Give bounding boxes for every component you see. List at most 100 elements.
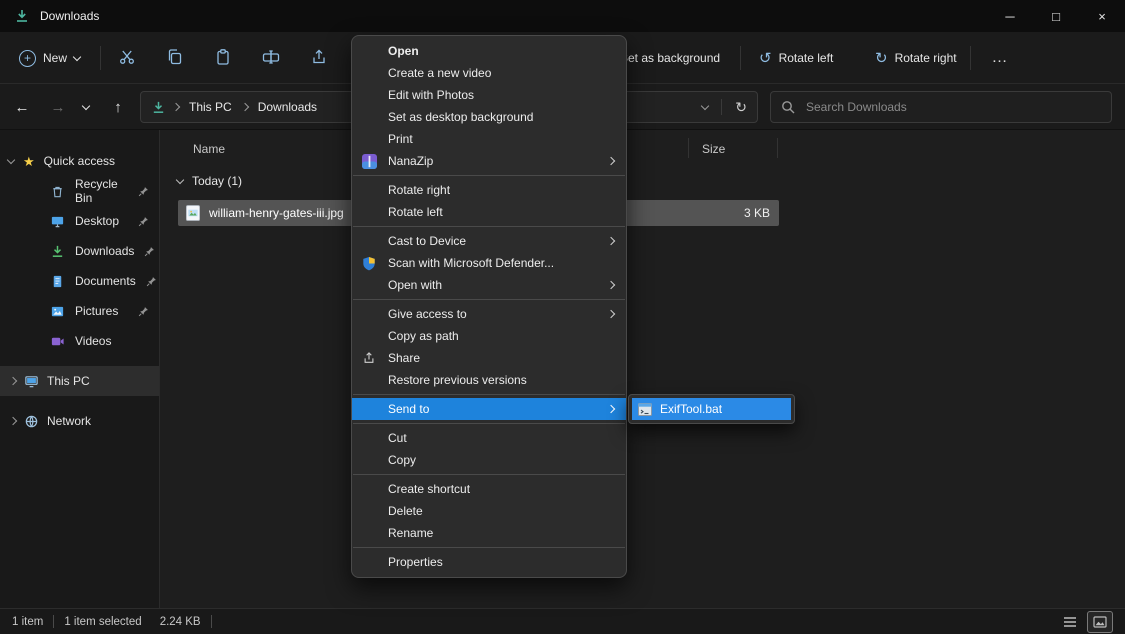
context-menu-item-set-as-desktop-background[interactable]: Set as desktop background [352,106,626,128]
submenu-item-exiftool-bat[interactable]: ExifTool.bat [632,398,791,420]
plus-icon: + [19,50,36,67]
context-menu-item-edit-with-photos[interactable]: Edit with Photos [352,84,626,106]
context-menu-item-create-a-new-video[interactable]: Create a new video [352,62,626,84]
chevron-right-icon[interactable] [9,417,17,425]
context-menu-item-cast-to-device[interactable]: Cast to Device [352,230,626,252]
quick-access-star-icon: ★ [23,155,35,168]
context-menu-item-cut[interactable]: Cut [352,427,626,449]
details-view-button[interactable] [1057,611,1083,633]
context-menu-item-print[interactable]: Print [352,128,626,150]
context-menu-item-nanazip[interactable]: NanaZip [352,150,626,172]
pin-icon [138,216,149,227]
defender-shield-icon [362,256,376,271]
chevron-right-icon[interactable] [9,377,17,385]
context-menu-item-share[interactable]: Share [352,347,626,369]
context-menu-item-open-with[interactable]: Open with [352,274,626,296]
copy-button[interactable] [155,40,195,76]
chevron-right-icon [607,237,615,245]
divider [970,46,971,70]
column-header-size[interactable]: Size [702,142,725,156]
selection-size: 2.24 KB [160,616,201,628]
context-menu-item-copy[interactable]: Copy [352,449,626,471]
menu-item-label: Set as desktop background [388,110,533,124]
sidebar-item-quick-access[interactable]: ★ Quick access [0,146,159,176]
minimize-button[interactable]: ─ [987,0,1033,32]
context-menu-item-scan-with-microsoft-defender[interactable]: Scan with Microsoft Defender... [352,252,626,274]
thumbnail-view-button[interactable] [1087,611,1113,633]
context-menu-item-copy-as-path[interactable]: Copy as path [352,325,626,347]
menu-item-label: Create shortcut [388,482,470,496]
set-as-background-button[interactable]: Set as background [611,40,729,76]
cut-button[interactable] [107,40,147,76]
rotate-left-button[interactable]: ↺ Rotate left [750,40,842,76]
sidebar-item-downloads[interactable]: Downloads [0,236,159,266]
menu-item-label: Delete [388,504,423,518]
menu-item-label: NanaZip [388,154,433,168]
column-separator[interactable] [777,138,778,158]
menu-item-label: Give access to [388,307,467,321]
rotate-right-icon: ↻ [875,51,888,66]
chevron-down-icon[interactable] [176,175,184,183]
context-menu-item-give-access-to[interactable]: Give access to [352,303,626,325]
search-input[interactable] [804,99,1101,115]
maximize-button[interactable]: □ [1033,0,1079,32]
new-button[interactable]: + New [10,40,89,76]
menu-item-label: Rotate right [388,183,450,197]
menu-item-label: Send to [388,402,429,416]
set-as-background-label: Set as background [620,51,720,65]
menu-separator [353,423,625,424]
rotate-right-button[interactable]: ↻ Rotate right [866,40,966,76]
videos-icon [50,334,65,349]
address-dropdown-icon[interactable] [701,101,709,109]
menu-item-label: Open [388,44,419,58]
share-button[interactable] [299,40,339,76]
refresh-button[interactable]: ↻ [735,99,747,116]
menu-separator [353,226,625,227]
up-button[interactable]: ↑ [102,91,134,123]
sidebar-item-network[interactable]: Network [0,406,159,436]
context-menu-item-create-shortcut[interactable]: Create shortcut [352,478,626,500]
sidebar-item-this-pc[interactable]: This PC [0,366,159,396]
file-list: Name Size Today (1) william-henry-gates-… [161,130,1125,608]
menu-item-label: Edit with Photos [388,88,474,102]
divider [100,46,101,70]
pin-icon [146,276,157,287]
item-count: 1 item [12,616,43,628]
context-menu-item-delete[interactable]: Delete [352,500,626,522]
menu-separator [353,299,625,300]
close-button[interactable]: × [1079,0,1125,32]
sidebar-item-videos[interactable]: Videos [0,326,159,356]
column-separator[interactable] [688,138,689,158]
menu-separator [353,394,625,395]
breadcrumb-downloads[interactable]: Downloads [255,98,320,116]
context-menu-item-send-to[interactable]: Send to [352,398,626,420]
sidebar-item-recycle-bin[interactable]: Recycle Bin [0,176,159,206]
context-menu-item-open[interactable]: Open [352,40,626,62]
menu-separator [353,474,625,475]
context-menu-item-rename[interactable]: Rename [352,522,626,544]
chevron-down-icon[interactable] [7,155,15,163]
back-button[interactable]: ← [6,91,38,123]
group-header-today[interactable]: Today (1) [177,174,242,188]
search-box[interactable] [770,91,1112,123]
paste-button[interactable] [203,40,243,76]
column-header-name[interactable]: Name [193,142,225,156]
sidebar-item-label: Pictures [75,304,128,318]
pin-icon [144,246,155,257]
context-menu-item-properties[interactable]: Properties [352,551,626,573]
sidebar-item-pictures[interactable]: Pictures [0,296,159,326]
send-to-submenu: ExifTool.bat [628,394,795,424]
sidebar-item-documents[interactable]: Documents [0,266,159,296]
forward-button[interactable]: → [42,91,74,123]
context-menu-item-rotate-left[interactable]: Rotate left [352,201,626,223]
context-menu-item-restore-previous-versions[interactable]: Restore previous versions [352,369,626,391]
paste-icon [214,48,232,69]
more-options-button[interactable]: … [980,40,1020,76]
details-view-icon [1063,616,1077,628]
recent-locations-button[interactable] [74,91,98,123]
breadcrumb-this-pc[interactable]: This PC [186,98,235,116]
rename-button[interactable] [251,40,291,76]
sidebar-item-desktop[interactable]: Desktop [0,206,159,236]
pictures-icon [50,304,65,319]
context-menu-item-rotate-right[interactable]: Rotate right [352,179,626,201]
